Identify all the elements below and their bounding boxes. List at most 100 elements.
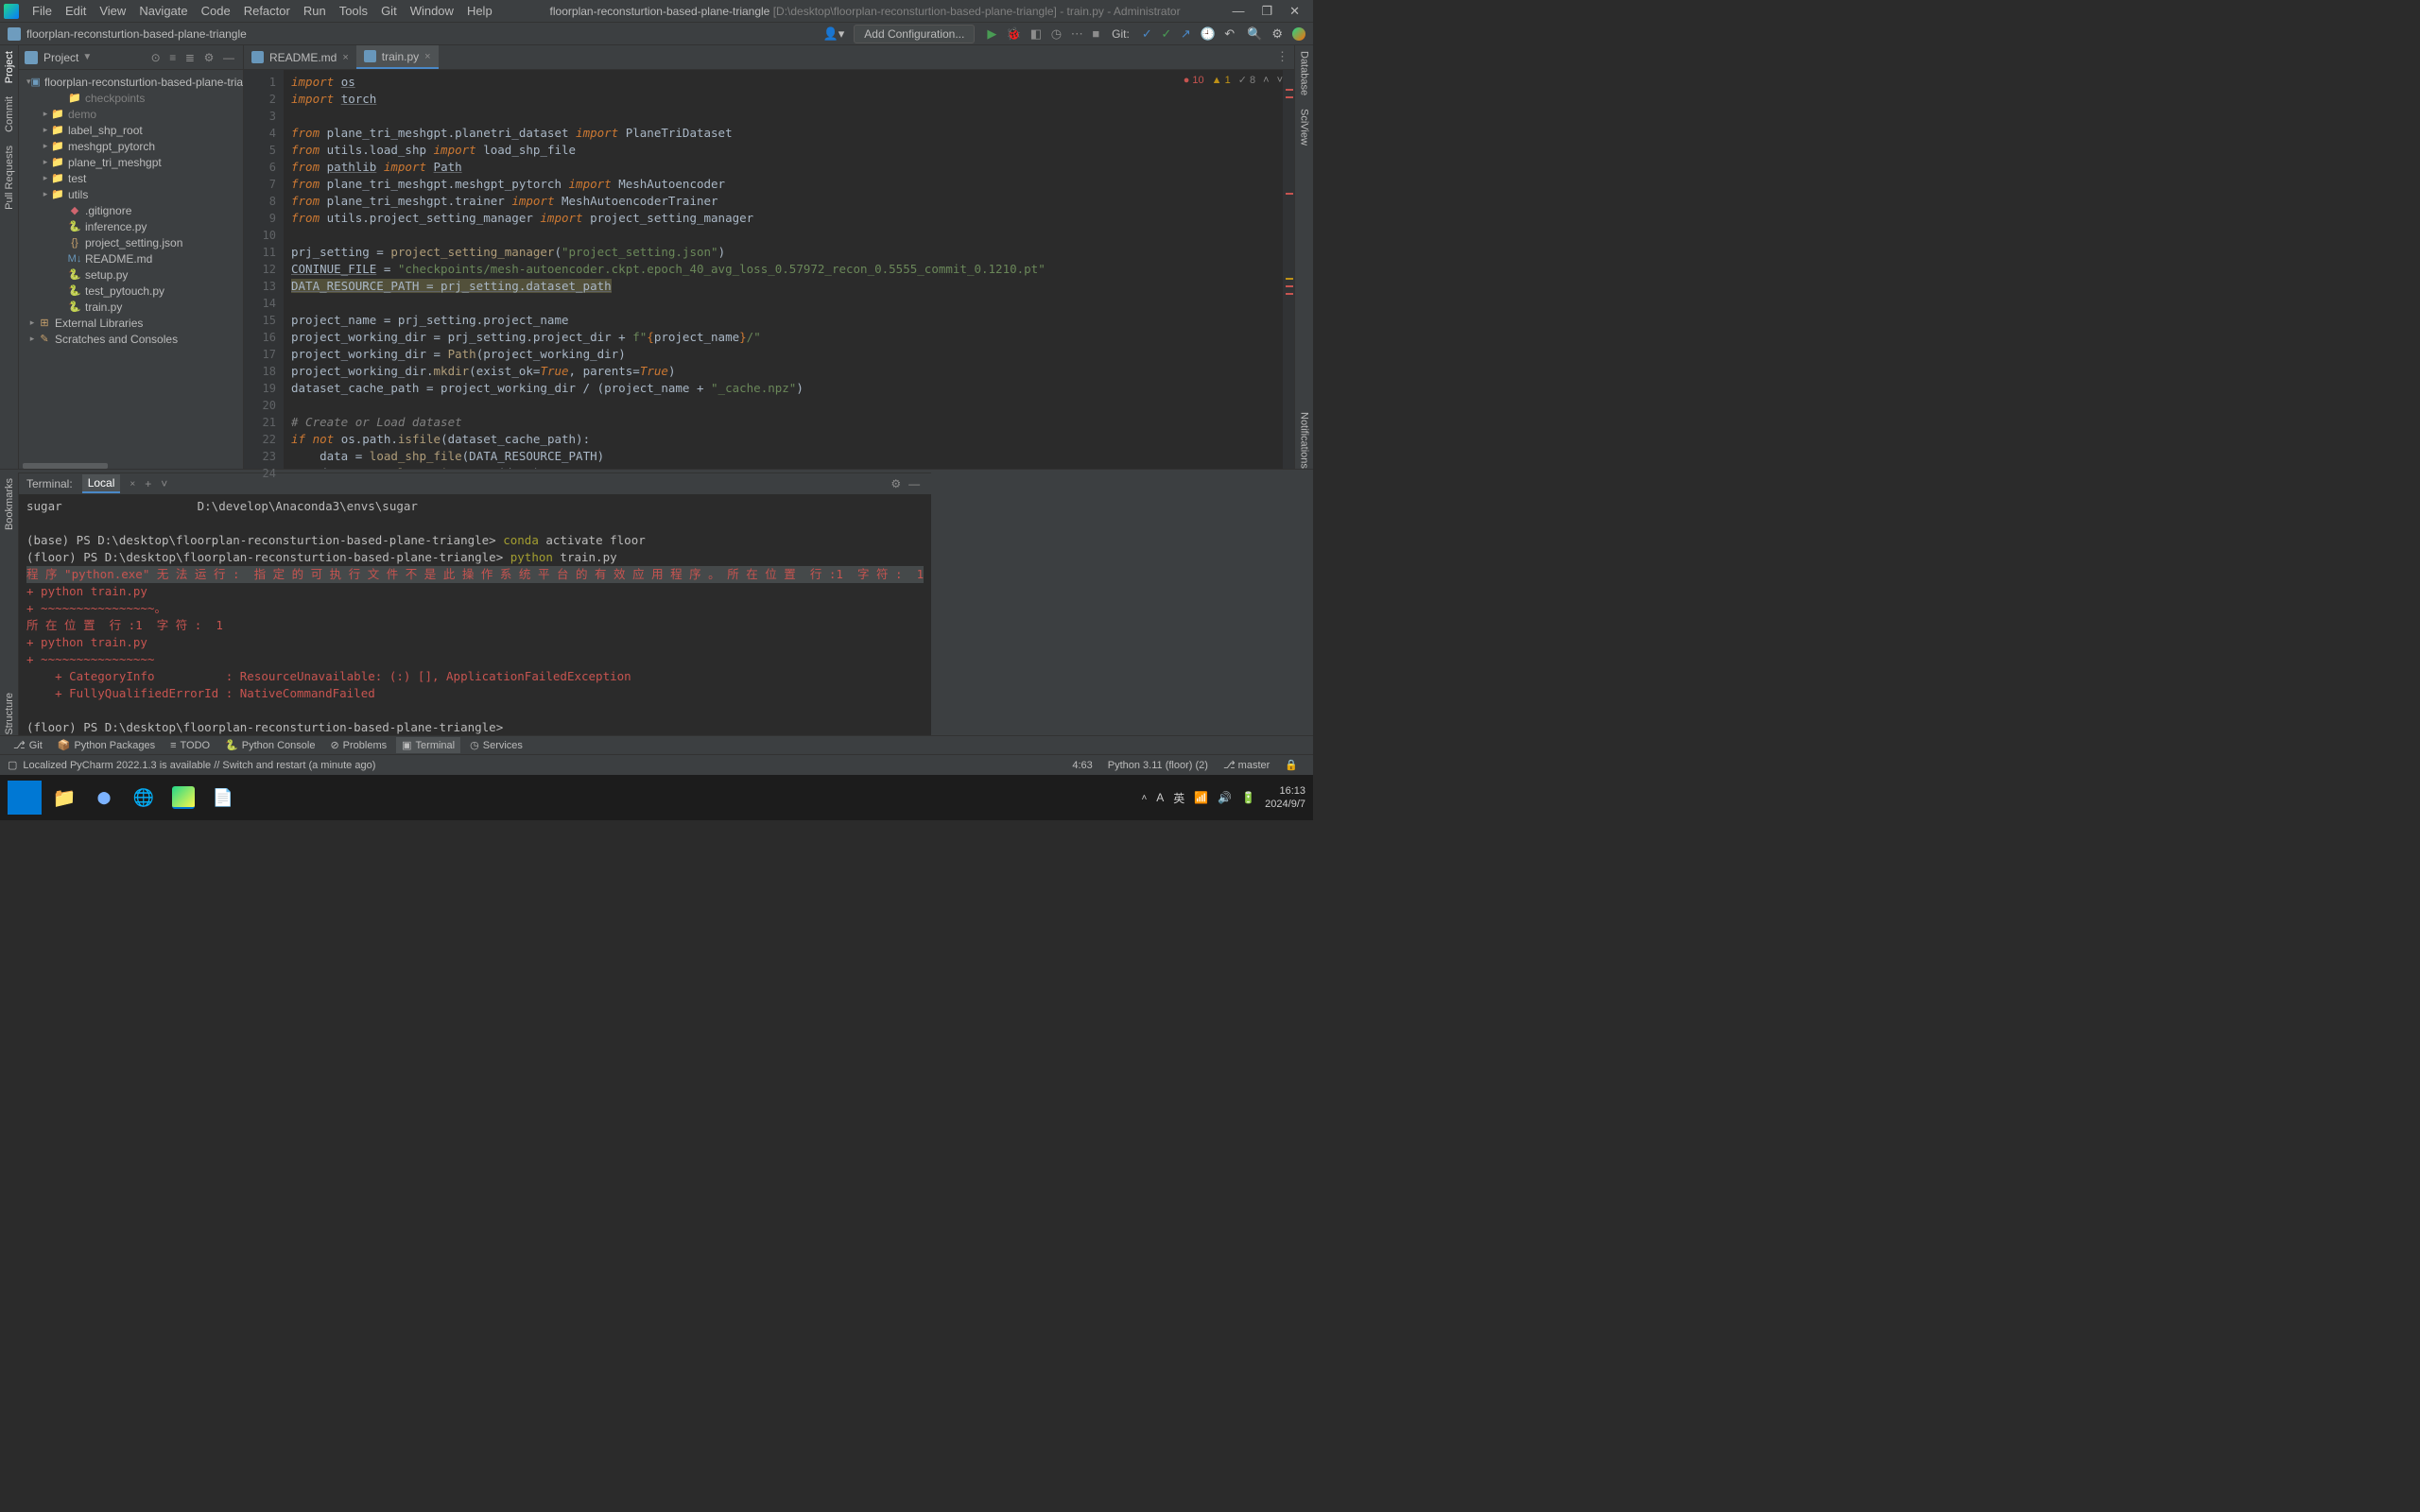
menu-window[interactable]: Window	[405, 2, 459, 20]
project-panel-title[interactable]: Project	[43, 51, 78, 64]
line-gutter[interactable]: 123456789101112131415161718192021222324	[244, 70, 284, 469]
tree-label-shp[interactable]: label_shp_root	[68, 124, 143, 137]
stop-icon[interactable]: ■	[1092, 26, 1099, 41]
tray-chevron-icon[interactable]: ˄	[1141, 793, 1147, 803]
project-view-chevron-icon[interactable]: ▼	[82, 52, 92, 62]
tool-sciview[interactable]: SciView	[1299, 109, 1310, 146]
tree-test[interactable]: test	[68, 172, 86, 185]
tree-checkpoints[interactable]: checkpoints	[85, 92, 145, 105]
minimize-button[interactable]: —	[1232, 4, 1244, 19]
tool-commit[interactable]: Commit	[4, 96, 15, 132]
menu-refactor[interactable]: Refactor	[238, 2, 296, 20]
tray-ime-mode[interactable]: A	[1156, 791, 1164, 804]
prev-highlight-icon[interactable]: ˄	[1263, 75, 1269, 86]
menu-run[interactable]: Run	[298, 2, 332, 20]
menu-help[interactable]: Help	[461, 2, 498, 20]
taskbar-pycharm[interactable]	[166, 781, 200, 815]
select-opened-file-icon[interactable]: ⊙	[151, 51, 161, 64]
tab-options-icon[interactable]: ⋮	[1276, 49, 1288, 64]
close-terminal-tab-icon[interactable]: ×	[130, 479, 135, 490]
weak-warning-indicator[interactable]: ✓ 8	[1238, 74, 1255, 86]
menu-file[interactable]: File	[26, 2, 58, 20]
search-icon[interactable]: 🔍	[1247, 26, 1262, 42]
run-icon[interactable]: ▶	[987, 26, 996, 41]
tree-gitignore[interactable]: .gitignore	[85, 204, 131, 217]
error-indicator[interactable]: ● 10	[1184, 75, 1204, 86]
coverage-icon[interactable]: ◧	[1030, 26, 1042, 41]
tool-structure[interactable]: Structure	[4, 693, 15, 735]
add-configuration-button[interactable]: Add Configuration...	[854, 25, 975, 43]
tree-meshgpt[interactable]: meshgpt_pytorch	[68, 140, 155, 153]
hide-panel-icon[interactable]: —	[223, 51, 234, 64]
tray-ime-lang[interactable]: 英	[1173, 790, 1184, 806]
tree-project-setting[interactable]: project_setting.json	[85, 236, 182, 249]
project-settings-icon[interactable]: ⚙	[204, 51, 215, 64]
user-icon[interactable]: 👤▾	[823, 26, 845, 42]
status-lock-icon[interactable]: 🔒	[1285, 759, 1298, 771]
menu-code[interactable]: Code	[196, 2, 236, 20]
close-icon[interactable]: ×	[424, 51, 430, 62]
tool-notifications[interactable]: Notifications	[1299, 412, 1310, 469]
menu-git[interactable]: Git	[375, 2, 403, 20]
settings-icon[interactable]: ⚙	[1271, 26, 1283, 42]
tree-plane-tri[interactable]: plane_tri_meshgpt	[68, 156, 162, 169]
tray-wifi-icon[interactable]: 📶	[1194, 791, 1208, 804]
status-window-icon[interactable]: ▢	[8, 759, 17, 771]
close-icon[interactable]: ×	[342, 52, 348, 63]
taskbar-app-1[interactable]: ⬤	[87, 781, 121, 815]
tree-external-libs[interactable]: External Libraries	[55, 317, 143, 330]
menu-navigate[interactable]: Navigate	[133, 2, 193, 20]
tool-project[interactable]: Project	[4, 51, 15, 83]
toolwin-python-console[interactable]: 🐍Python Console	[219, 737, 320, 753]
warning-indicator[interactable]: ▲ 1	[1212, 75, 1231, 86]
tool-database[interactable]: Database	[1299, 51, 1310, 95]
terminal-tab-local[interactable]: Local	[82, 474, 121, 493]
toolwin-todo[interactable]: ≡TODO	[164, 738, 216, 753]
git-update-icon[interactable]: ✓	[1142, 26, 1152, 41]
more-run-icon[interactable]: ⋯	[1071, 26, 1083, 41]
tree-train[interactable]: train.py	[85, 301, 122, 314]
hide-terminal-icon[interactable]: —	[908, 477, 920, 490]
tree-demo[interactable]: demo	[68, 108, 96, 121]
terminal-dropdown-icon[interactable]: ˅	[161, 477, 167, 490]
toolwin-services[interactable]: ◷Services	[464, 737, 528, 753]
toolwin-git[interactable]: ⎇Git	[8, 737, 48, 753]
code-editor[interactable]: import os import torch from plane_tri_me…	[284, 70, 1283, 469]
profile-icon[interactable]: ◷	[1051, 26, 1062, 41]
toolwin-problems[interactable]: ⊘Problems	[324, 737, 392, 753]
windows-start-button[interactable]	[8, 781, 42, 815]
git-history-icon[interactable]: 🕘	[1200, 26, 1215, 41]
status-branch[interactable]: ⎇ master	[1223, 759, 1270, 771]
tree-root[interactable]: floorplan-reconsturtion-based-plane-tria…	[44, 76, 243, 89]
debug-icon[interactable]: 🐞	[1006, 26, 1021, 41]
git-push-icon[interactable]: ↗	[1181, 26, 1191, 41]
tab-readme[interactable]: README.md×	[244, 45, 356, 69]
taskbar-explorer[interactable]: 📁	[47, 781, 81, 815]
toolwin-terminal[interactable]: ▣Terminal	[396, 737, 460, 753]
tray-battery-icon[interactable]: 🔋	[1241, 791, 1255, 804]
terminal-settings-icon[interactable]: ⚙	[890, 477, 901, 490]
error-stripe[interactable]	[1283, 70, 1294, 469]
code-with-me-icon[interactable]	[1292, 27, 1305, 41]
breadcrumb[interactable]: floorplan-reconsturtion-based-plane-tria…	[26, 27, 247, 41]
tree-inference[interactable]: inference.py	[85, 220, 147, 233]
git-commit-icon[interactable]: ✓	[1161, 26, 1171, 41]
tray-clock[interactable]: 16:132024/9/7	[1265, 784, 1305, 811]
status-position[interactable]: 4:63	[1072, 760, 1092, 771]
expand-all-icon[interactable]: ≡	[169, 51, 176, 64]
tab-train[interactable]: train.py×	[356, 45, 439, 69]
tree-readme[interactable]: README.md	[85, 252, 152, 266]
tray-volume-icon[interactable]: 🔊	[1218, 791, 1232, 804]
tree-scratches[interactable]: Scratches and Consoles	[55, 333, 178, 346]
tool-pull-requests[interactable]: Pull Requests	[4, 146, 15, 210]
close-button[interactable]: ✕	[1289, 4, 1300, 19]
terminal-output[interactable]: sugar D:\develop\Anaconda3\envs\sugar (b…	[19, 494, 931, 735]
maximize-button[interactable]: ❐	[1261, 4, 1272, 19]
menu-edit[interactable]: Edit	[60, 2, 92, 20]
taskbar-notepad[interactable]: 📄	[206, 781, 240, 815]
collapse-all-icon[interactable]: ≣	[185, 51, 195, 64]
tree-setup[interactable]: setup.py	[85, 268, 128, 282]
tool-bookmarks[interactable]: Bookmarks	[4, 478, 15, 530]
tree-test-pytouch[interactable]: test_pytouch.py	[85, 284, 164, 298]
tree-utils[interactable]: utils	[68, 188, 88, 201]
